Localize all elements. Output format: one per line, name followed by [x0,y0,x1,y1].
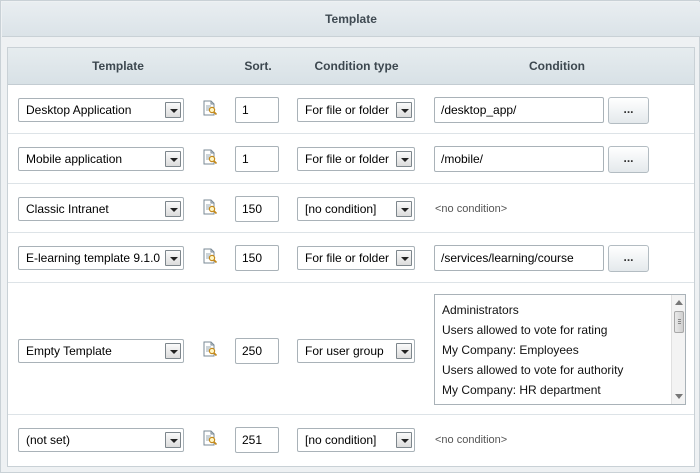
column-header-condition-type: Condition type [314,59,399,73]
table-row: (not set) 251 [no condition] <no conditi… [8,416,694,466]
table-row: Empty Template 250 For user group Admini… [8,284,694,415]
chevron-down-icon [165,432,181,448]
template-select-value: Mobile application [26,152,123,166]
template-select-value: Classic Intranet [26,202,109,216]
table-row: Mobile application 1 For file or folder … [8,135,694,184]
chevron-down-icon [396,250,412,266]
sort-input[interactable]: 1 [235,97,279,123]
scroll-thumb[interactable] [674,311,684,333]
table-row: Desktop Application 1 For file or folder… [8,86,694,134]
chevron-down-icon [165,151,181,167]
edit-template-icon[interactable] [202,430,218,446]
condition-input[interactable]: /services/learning/course [434,245,604,271]
chevron-down-icon [396,432,412,448]
list-item[interactable]: Administrators [442,303,519,317]
table-row: E-learning template 9.1.0 150 For file o… [8,234,694,283]
edit-template-icon[interactable] [202,341,218,357]
chevron-down-icon [165,201,181,217]
column-header-condition: Condition [529,59,585,73]
chevron-down-icon [396,102,412,118]
condition-input[interactable]: /mobile/ [434,146,604,172]
edit-template-icon[interactable] [202,199,218,215]
template-select[interactable]: (not set) [18,428,184,452]
template-select-value: Empty Template [26,344,112,358]
condition-type-select[interactable]: [no condition] [297,197,415,221]
column-header-sort: Sort. [244,59,272,73]
chevron-down-icon [165,250,181,266]
list-scrollbar[interactable] [671,295,685,404]
condition-type-select[interactable]: For user group [297,339,415,363]
list-item[interactable]: Users allowed to vote for authority [442,363,623,377]
table-header: Template Sort. Condition type Condition [8,48,694,85]
condition-type-select[interactable]: For file or folder [297,98,415,122]
edit-template-icon[interactable] [202,149,218,165]
browse-button[interactable]: ... [608,97,649,124]
template-select[interactable]: Mobile application [18,147,184,171]
no-condition-text: <no condition> [435,203,508,215]
list-item[interactable]: My Company: Employees [442,343,579,357]
dialog-title: Template [2,2,700,37]
condition-type-select[interactable]: [no condition] [297,428,415,452]
chevron-down-icon [165,102,181,118]
chevron-down-icon [396,151,412,167]
template-select[interactable]: Empty Template [18,339,184,363]
sort-input[interactable]: 150 [235,196,279,222]
sort-input[interactable]: 1 [235,146,279,172]
sort-input[interactable]: 251 [235,427,279,453]
list-item[interactable]: Users allowed to vote for rating [442,323,607,337]
template-select-value: (not set) [26,433,71,447]
template-dialog: Template Template Sort. Condition type C… [0,0,700,473]
list-item[interactable]: My Company: HR department [442,383,601,397]
chevron-down-icon [165,343,181,359]
condition-input[interactable]: /desktop_app/ [434,97,604,123]
edit-template-icon[interactable] [202,248,218,264]
sort-input[interactable]: 250 [235,338,279,364]
chevron-down-icon [396,201,412,217]
no-condition-text: <no condition> [435,434,508,446]
browse-button[interactable]: ... [608,146,649,173]
table-row: Classic Intranet 150 [no condition] <no … [8,185,694,233]
condition-type-select[interactable]: For file or folder [297,147,415,171]
edit-template-icon[interactable] [202,100,218,116]
user-group-list[interactable]: Administrators Users allowed to vote for… [434,294,686,405]
scroll-down-icon[interactable] [675,394,683,399]
template-select[interactable]: Classic Intranet [18,197,184,221]
template-table: Template Sort. Condition type Condition … [7,47,695,467]
template-select-value: E-learning template 9.1.0 [26,251,161,265]
sort-input[interactable]: 150 [235,245,279,271]
template-select[interactable]: E-learning template 9.1.0 [18,246,184,270]
browse-button[interactable]: ... [608,245,649,272]
template-select[interactable]: Desktop Application [18,98,184,122]
chevron-down-icon [396,343,412,359]
column-header-template: Template [92,59,144,73]
condition-type-select[interactable]: For file or folder [297,246,415,270]
template-select-value: Desktop Application [26,103,132,117]
scroll-up-icon[interactable] [675,300,683,305]
